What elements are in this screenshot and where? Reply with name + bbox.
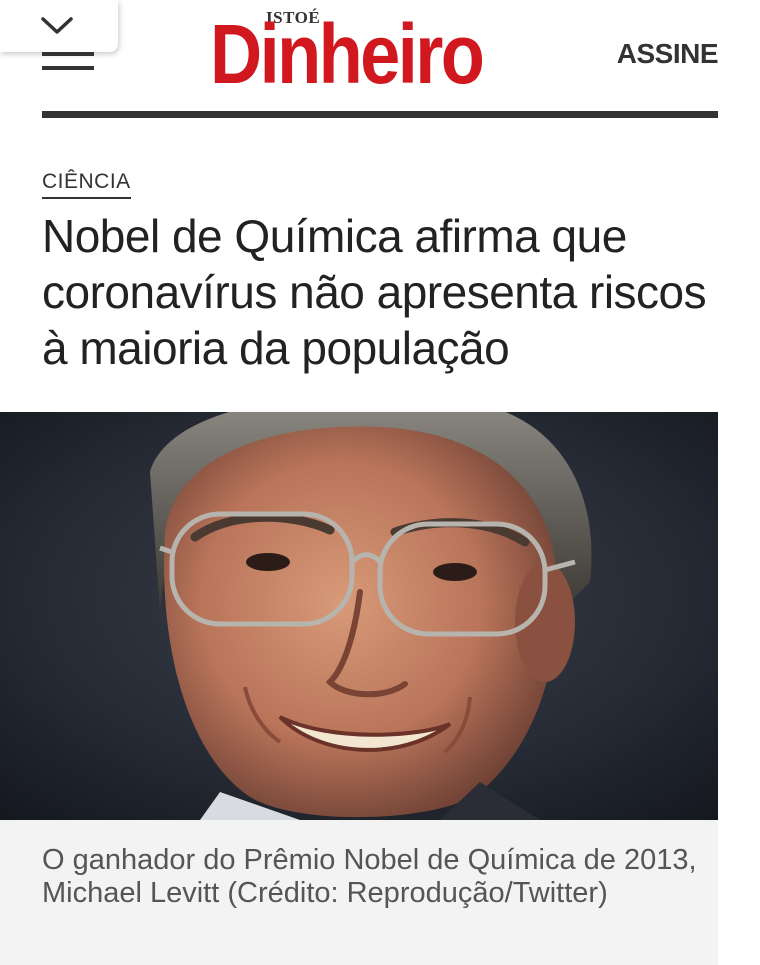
site-logo[interactable]: ISTOÉ Dinheiro bbox=[210, 7, 520, 101]
collapse-button[interactable] bbox=[0, 0, 118, 52]
hamburger-menu-icon[interactable] bbox=[42, 52, 94, 72]
chevron-down-icon bbox=[41, 17, 73, 34]
logo-dinheiro: Dinheiro bbox=[210, 7, 485, 101]
site-header: ISTOÉ Dinheiro ASSINE bbox=[0, 0, 760, 120]
photo-caption: O ganhador do Prêmio Nobel de Química de… bbox=[42, 844, 697, 909]
category-link[interactable]: CIÊNCIA bbox=[42, 170, 131, 199]
article-headline: Nobel de Química afirma que coronavírus … bbox=[42, 210, 707, 374]
subscribe-link[interactable]: ASSINE bbox=[617, 38, 719, 70]
article-photo bbox=[0, 412, 718, 820]
header-divider bbox=[42, 111, 718, 118]
